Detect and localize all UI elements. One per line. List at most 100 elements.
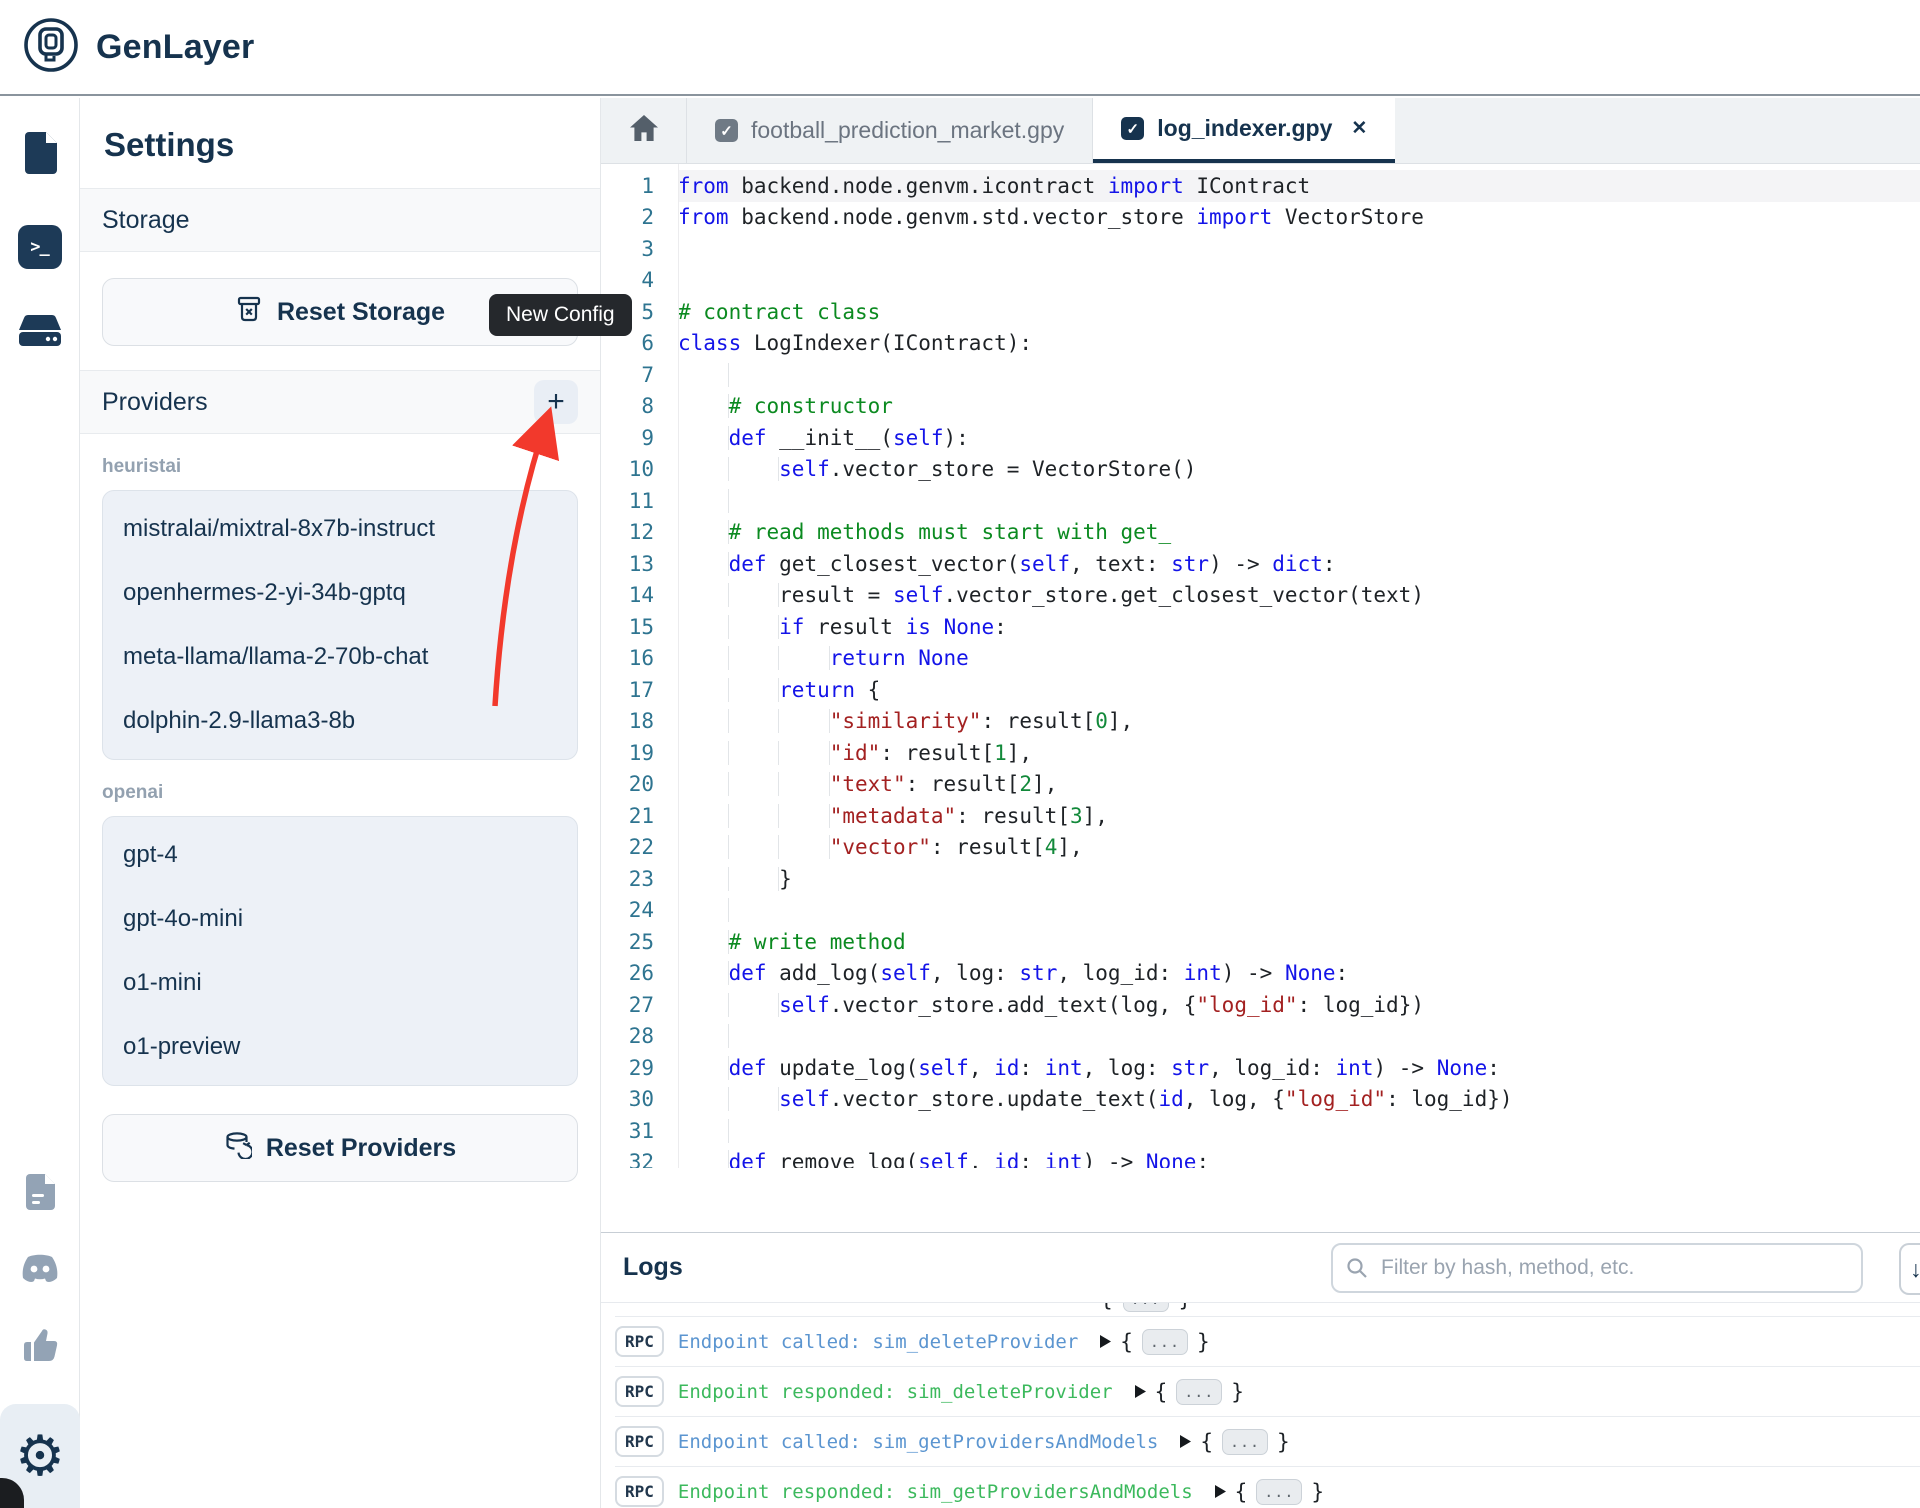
code-line[interactable]: 16 return None bbox=[601, 643, 1920, 675]
reset-providers-label: Reset Providers bbox=[266, 1134, 456, 1163]
code-line-text: def get_closest_vector(self, text: str) … bbox=[678, 548, 1920, 580]
code-line[interactable]: 14 result = self.vector_store.get_closes… bbox=[601, 580, 1920, 612]
line-number: 14 bbox=[601, 583, 678, 607]
code-line[interactable]: 24 bbox=[601, 895, 1920, 927]
provider-model-item[interactable]: mistralai/mixtral-8x7b-instruct bbox=[103, 497, 577, 561]
code-line[interactable]: 22 "vector": result[4], bbox=[601, 832, 1920, 864]
provider-group-label: heuristai bbox=[102, 456, 578, 478]
code-line[interactable]: 32 def remove_log(self, id: int) -> None… bbox=[601, 1147, 1920, 1169]
code-line[interactable]: 2from backend.node.genvm.std.vector_stor… bbox=[601, 202, 1920, 234]
provider-model-item[interactable]: openhermes-2-yi-34b-gptq bbox=[103, 561, 577, 625]
provider-model-item[interactable]: gpt-4 bbox=[103, 823, 577, 887]
add-provider-button[interactable]: + bbox=[534, 380, 578, 424]
tab-check-icon: ✓ bbox=[715, 119, 738, 142]
discord-icon[interactable] bbox=[19, 1253, 61, 1291]
close-brace: } bbox=[1231, 1380, 1244, 1404]
tab-check-icon: ✓ bbox=[1121, 117, 1144, 140]
provider-model-item[interactable]: meta-llama/llama-2-70b-chat bbox=[103, 625, 577, 689]
log-expander[interactable]: {...} bbox=[1215, 1479, 1324, 1505]
tab-football-prediction-market[interactable]: ✓ football_prediction_market.gpy bbox=[687, 98, 1093, 163]
code-line[interactable]: 28 bbox=[601, 1021, 1920, 1053]
provider-model-item[interactable]: gpt-4o-mini bbox=[103, 887, 577, 951]
provider-group-label: openai bbox=[102, 782, 578, 804]
reset-providers-icon bbox=[224, 1131, 252, 1166]
line-number: 2 bbox=[601, 205, 678, 229]
provider-model-item[interactable]: o1-mini bbox=[103, 951, 577, 1015]
code-line[interactable]: 29 def update_log(self, id: int, log: st… bbox=[601, 1052, 1920, 1084]
log-type-badge: RPC bbox=[615, 1426, 664, 1457]
expand-dots-button[interactable]: ... bbox=[1256, 1479, 1302, 1505]
terminal-icon[interactable]: >_ bbox=[18, 225, 62, 269]
code-line[interactable]: 17 return { bbox=[601, 674, 1920, 706]
open-brace: { bbox=[1200, 1430, 1213, 1454]
code-line-text: self.vector_store.update_text(id, log, {… bbox=[678, 1084, 1920, 1116]
code-line-text: if result is None: bbox=[678, 611, 1920, 643]
provider-model-item[interactable]: o1-preview bbox=[103, 1015, 577, 1079]
code-line[interactable]: 11 bbox=[601, 485, 1920, 517]
line-number: 20 bbox=[601, 772, 678, 796]
code-line-text: "similarity": result[0], bbox=[678, 706, 1920, 738]
expand-dots-button[interactable]: ... bbox=[1222, 1429, 1268, 1455]
code-line[interactable]: 10 self.vector_store = VectorStore() bbox=[601, 454, 1920, 486]
code-line-text bbox=[678, 359, 1920, 391]
code-line[interactable]: 26 def add_log(self, log: str, log_id: i… bbox=[601, 958, 1920, 990]
code-line[interactable]: 30 self.vector_store.update_text(id, log… bbox=[601, 1084, 1920, 1116]
brand-name: GenLayer bbox=[96, 28, 254, 67]
expand-dots-button[interactable]: ... bbox=[1123, 1303, 1169, 1312]
storage-drive-icon[interactable] bbox=[18, 313, 62, 356]
code-line[interactable]: 9 def __init__(self): bbox=[601, 422, 1920, 454]
feedback-thumbs-up-icon[interactable] bbox=[21, 1327, 59, 1368]
logs-filter-input[interactable] bbox=[1331, 1243, 1863, 1293]
log-message: Endpoint called: sim_deleteProvider bbox=[678, 1331, 1078, 1353]
code-line[interactable]: 18 "similarity": result[0], bbox=[601, 706, 1920, 738]
code-line[interactable]: 20 "text": result[2], bbox=[601, 769, 1920, 801]
logs-title: Logs bbox=[623, 1253, 683, 1282]
provider-model-item[interactable]: dolphin-2.9-llama3-8b bbox=[103, 689, 577, 753]
code-line-text: from backend.node.genvm.icontract import… bbox=[678, 170, 1920, 202]
docs-file-icon[interactable] bbox=[23, 1172, 57, 1217]
reset-providers-button[interactable]: Reset Providers bbox=[102, 1114, 578, 1182]
sort-logs-button[interactable]: ↓↑ bbox=[1899, 1243, 1920, 1295]
log-message: Endpoint responded: sim_deleteProvider bbox=[678, 1381, 1113, 1403]
settings-gear-icon: ⚙ bbox=[15, 1428, 65, 1484]
code-line[interactable]: 6class LogIndexer(IContract): bbox=[601, 328, 1920, 360]
expand-triangle-icon bbox=[1135, 1385, 1146, 1398]
code-line[interactable]: 19 "id": result[1], bbox=[601, 737, 1920, 769]
line-number: 28 bbox=[601, 1024, 678, 1048]
code-line-text: "metadata": result[3], bbox=[678, 800, 1920, 832]
sort-icon: ↓↑ bbox=[1910, 1256, 1920, 1283]
close-tab-icon[interactable]: ✕ bbox=[1351, 117, 1367, 140]
line-number: 12 bbox=[601, 520, 678, 544]
code-line[interactable]: 4 bbox=[601, 265, 1920, 297]
code-line[interactable]: 5# contract class bbox=[601, 296, 1920, 328]
code-line-text bbox=[678, 1115, 1920, 1147]
log-expander[interactable]: {...} bbox=[1180, 1429, 1289, 1455]
line-number: 31 bbox=[601, 1119, 678, 1143]
code-line[interactable]: 25 # write method bbox=[601, 926, 1920, 958]
expand-dots-button[interactable]: ... bbox=[1142, 1329, 1188, 1355]
line-number: 9 bbox=[601, 426, 678, 450]
contracts-file-icon[interactable] bbox=[20, 130, 60, 181]
code-line[interactable]: 1from backend.node.genvm.icontract impor… bbox=[601, 170, 1920, 202]
code-editor[interactable]: 1from backend.node.genvm.icontract impor… bbox=[601, 164, 1920, 1168]
log-row-partial: { ... } bbox=[615, 1303, 1920, 1316]
code-line[interactable]: 3 bbox=[601, 233, 1920, 265]
line-number: 1 bbox=[601, 174, 678, 198]
tab-log-indexer[interactable]: ✓ log_indexer.gpy ✕ bbox=[1093, 98, 1395, 163]
code-line[interactable]: 31 bbox=[601, 1115, 1920, 1147]
close-brace: } bbox=[1197, 1330, 1210, 1354]
log-expander[interactable]: {...} bbox=[1135, 1379, 1244, 1405]
close-brace: } bbox=[1277, 1430, 1290, 1454]
home-tab[interactable] bbox=[601, 98, 687, 163]
code-line[interactable]: 15 if result is None: bbox=[601, 611, 1920, 643]
expand-dots-button[interactable]: ... bbox=[1176, 1379, 1222, 1405]
code-line[interactable]: 12 # read methods must start with get_ bbox=[601, 517, 1920, 549]
code-line[interactable]: 7 bbox=[601, 359, 1920, 391]
open-brace: { bbox=[1100, 1303, 1113, 1311]
log-expander[interactable]: {...} bbox=[1100, 1329, 1209, 1355]
code-line[interactable]: 23 } bbox=[601, 863, 1920, 895]
code-line[interactable]: 27 self.vector_store.add_text(log, {"log… bbox=[601, 989, 1920, 1021]
code-line[interactable]: 21 "metadata": result[3], bbox=[601, 800, 1920, 832]
code-line[interactable]: 13 def get_closest_vector(self, text: st… bbox=[601, 548, 1920, 580]
code-line[interactable]: 8 # constructor bbox=[601, 391, 1920, 423]
